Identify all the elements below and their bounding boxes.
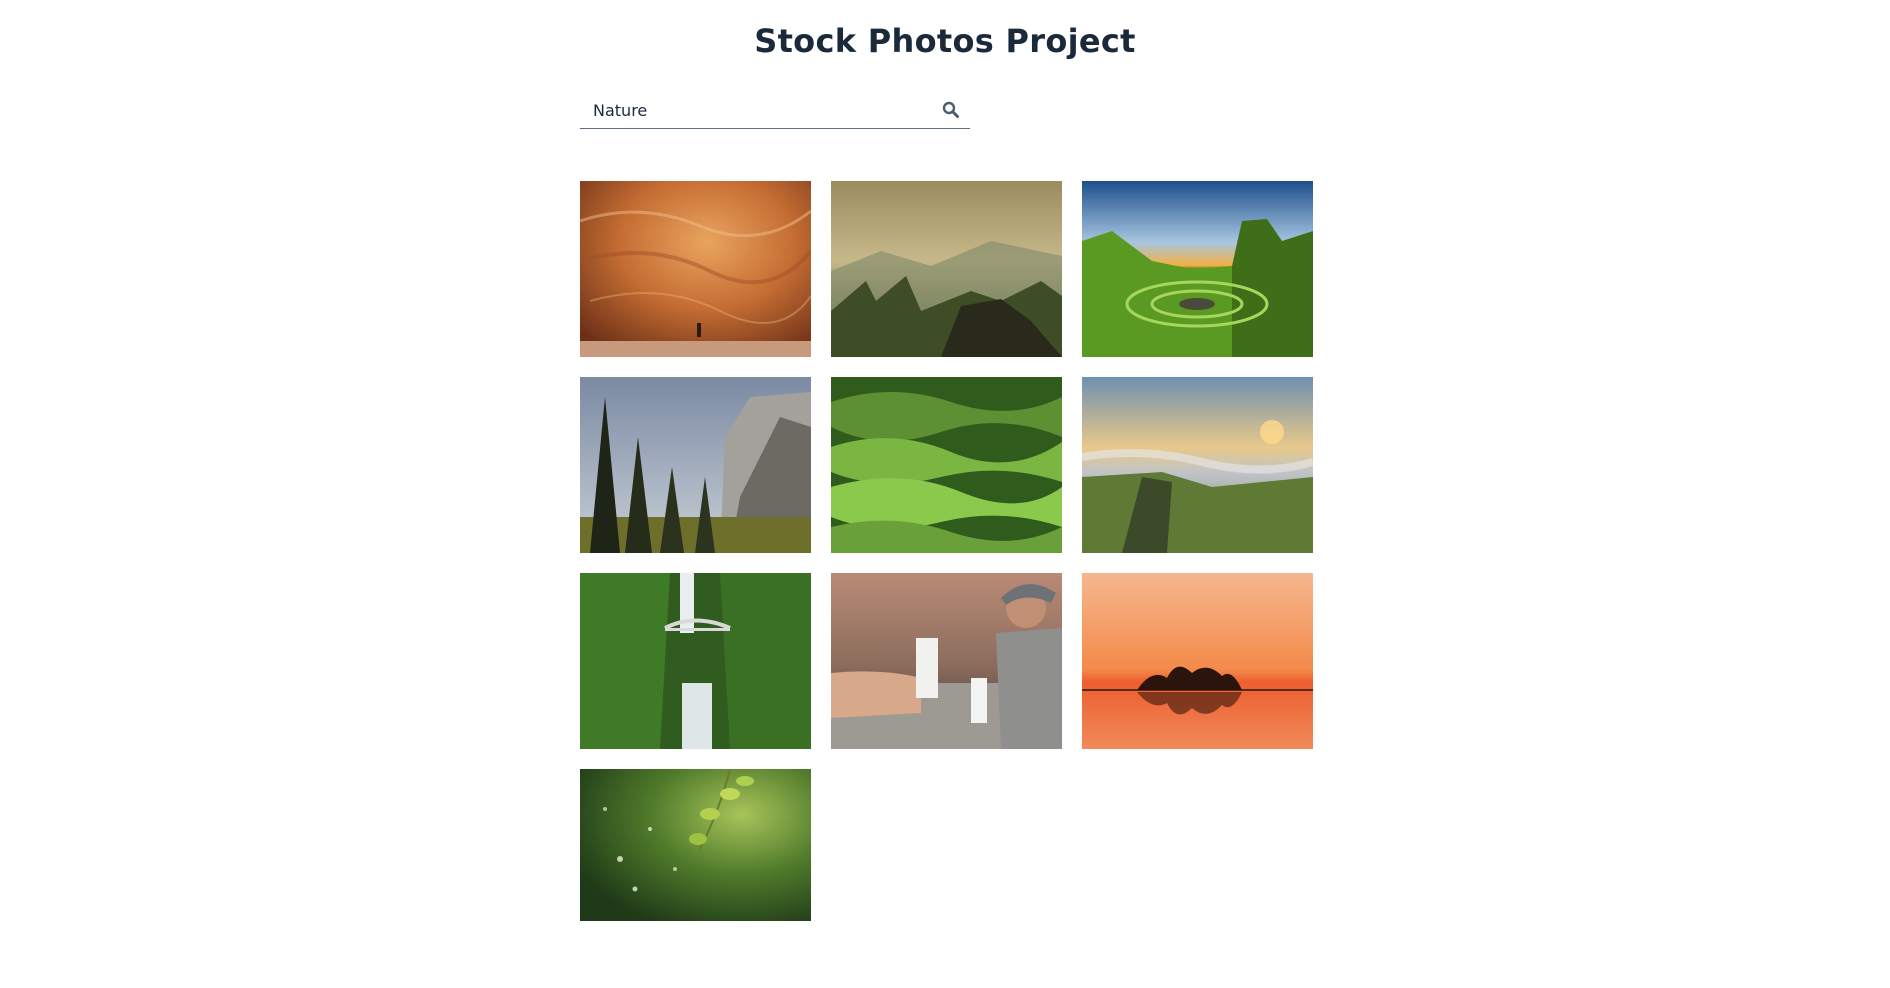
photo-misty-mountains[interactable]	[831, 181, 1062, 357]
page-title: Stock Photos Project	[754, 22, 1136, 60]
photo-hiker-with-drinks[interactable]	[831, 573, 1062, 749]
photo-canyon-cave[interactable]	[580, 181, 811, 357]
search-input[interactable]	[580, 93, 933, 127]
photo-green-hills-sunset[interactable]	[1082, 181, 1313, 357]
search-bar	[580, 93, 970, 129]
page: Stock Photos Project	[0, 0, 1890, 988]
photo-waterfall-bridge[interactable]	[580, 573, 811, 749]
photo-grid	[580, 181, 1314, 921]
photo-coastal-cliffs[interactable]	[1082, 377, 1313, 553]
photo-orange-lake-sunset[interactable]	[1082, 573, 1313, 749]
photo-rolling-green-hills[interactable]	[831, 377, 1062, 553]
photo-yosemite-cliff[interactable]	[580, 377, 811, 553]
photo-leaves-bokeh[interactable]	[580, 769, 811, 921]
search-icon[interactable]	[942, 101, 960, 119]
